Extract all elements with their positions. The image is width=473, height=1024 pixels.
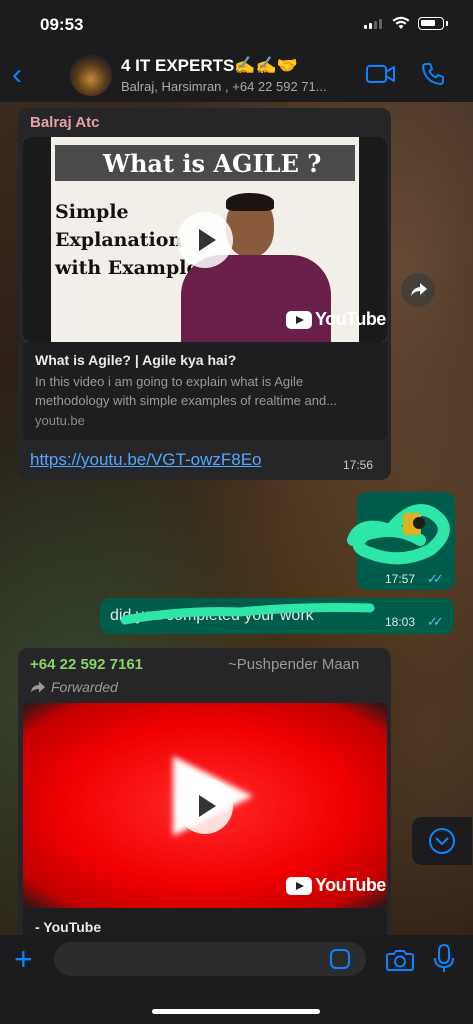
forwarded-label: Forwarded <box>51 679 118 695</box>
microphone-icon[interactable] <box>434 944 454 974</box>
status-bar: 09:53 <box>0 0 473 50</box>
link-preview-description: In this video i am going to explain what… <box>35 374 338 408</box>
forward-share-button[interactable] <box>401 273 435 307</box>
read-receipt-icon: ✓✓ <box>427 614 444 629</box>
chat-header: ‹ 4 IT EXPERTS✍️✍️🤝 Balraj, Harsimran , … <box>0 50 473 102</box>
video-thumbnail[interactable]: YouTube <box>23 703 387 908</box>
youtube-logo: YouTube <box>286 875 386 896</box>
scribble-sticker <box>347 504 450 565</box>
sticker-icon[interactable] <box>330 949 350 969</box>
link-preview-domain: youtu.be <box>35 413 85 428</box>
back-chevron-icon[interactable]: ‹ <box>12 60 22 90</box>
thumbnail-left-band <box>23 137 51 342</box>
presenter-hair <box>226 193 274 211</box>
thumbnail-line2: Explanation <box>55 229 183 251</box>
play-button-icon[interactable] <box>177 212 233 268</box>
thumbnail-heading: What is AGILE ? <box>103 149 322 178</box>
video-thumbnail[interactable]: What is AGILE ? Simple Explanation with … <box>23 137 387 342</box>
link-preview-title: What is Agile? | Agile kya hai? <box>35 352 237 368</box>
add-attachment-icon[interactable]: + <box>14 943 33 975</box>
phone-icon[interactable] <box>421 62 445 86</box>
message-time: 18:03 <box>385 615 416 629</box>
youtube-logo: YouTube <box>286 309 386 330</box>
wifi-icon <box>392 16 410 29</box>
message-time: 17:56 <box>343 458 374 472</box>
group-name[interactable]: 4 IT EXPERTS✍️✍️🤝 <box>121 56 298 76</box>
sender-phone[interactable]: +64 22 592 7161 <box>30 656 143 673</box>
chevron-down-icon <box>429 828 455 854</box>
camera-icon[interactable] <box>386 948 414 972</box>
message-time: 17:57 <box>385 572 416 586</box>
thumbnail-line1: Simple <box>55 201 129 223</box>
link-preview-title: - YouTube <box>35 919 102 935</box>
scribble-overlay <box>120 603 375 625</box>
read-receipt-icon: ✓✓ <box>427 571 444 586</box>
sender-name[interactable]: Balraj Atc <box>30 114 99 131</box>
home-indicator <box>152 1009 320 1014</box>
group-members[interactable]: Balraj, Harsimran , +64 22 592 71... <box>121 79 327 94</box>
message-input[interactable] <box>54 942 366 976</box>
play-button-icon[interactable] <box>177 778 233 834</box>
group-avatar[interactable] <box>70 54 112 96</box>
battery-cap <box>446 21 448 26</box>
status-time: 09:53 <box>40 15 84 34</box>
scroll-to-bottom-button[interactable] <box>412 817 472 865</box>
sender-display-name: ~Pushpender Maan <box>228 656 360 673</box>
share-arrow-icon <box>411 283 427 296</box>
thumbnail-line3: with Example <box>55 257 199 279</box>
battery-icon <box>418 17 444 30</box>
message-link[interactable]: https://youtu.be/VGT-owzF8Eo <box>30 450 262 470</box>
cellular-signal-icon <box>364 19 382 29</box>
video-camera-icon[interactable] <box>366 64 396 84</box>
forwarded-icon <box>31 681 45 693</box>
